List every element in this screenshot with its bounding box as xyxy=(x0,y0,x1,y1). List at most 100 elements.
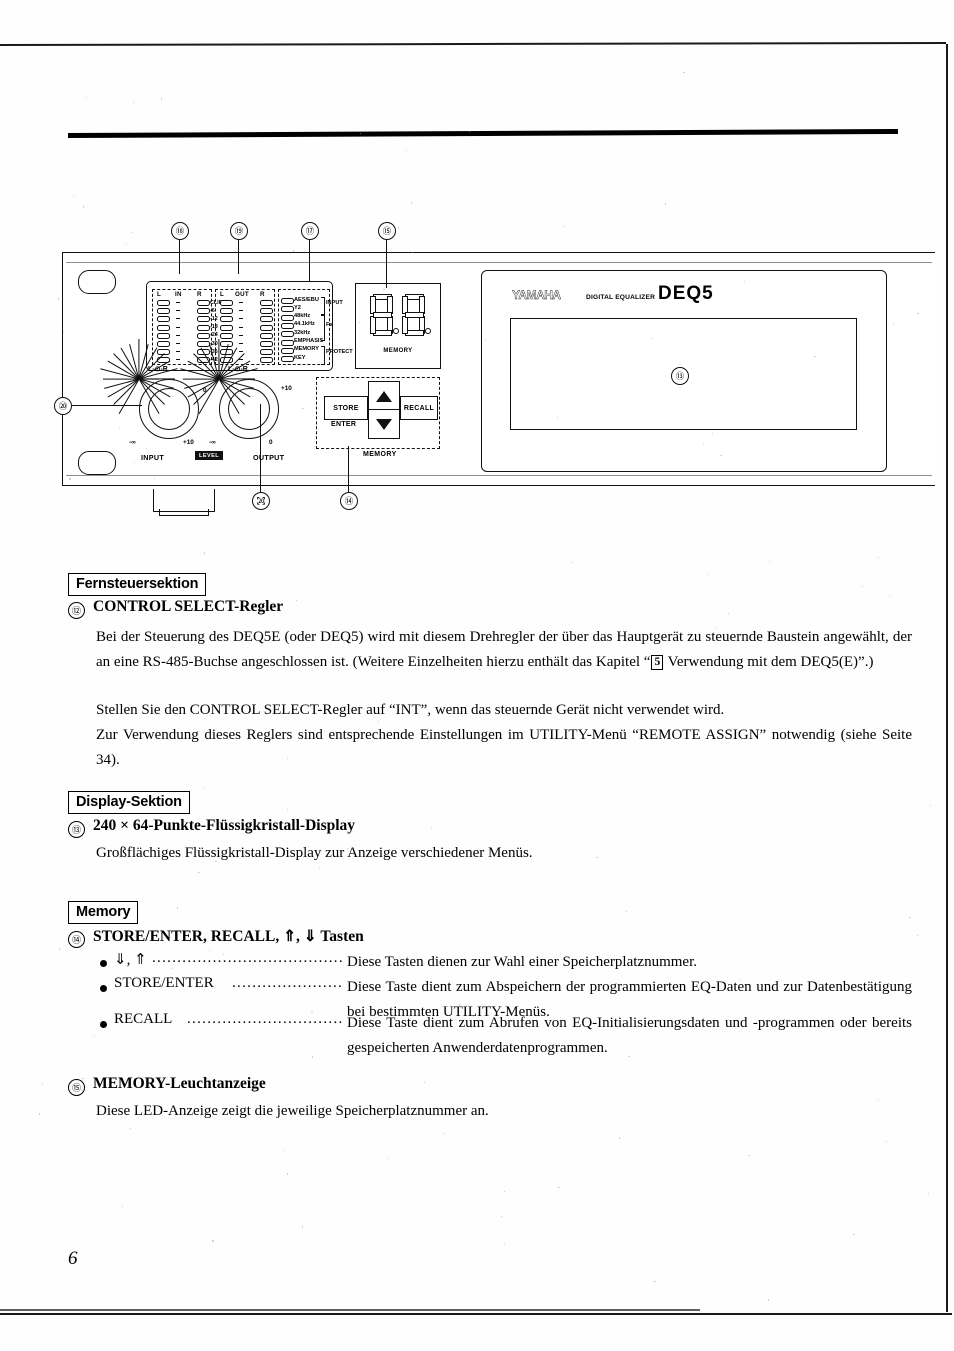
scan-speckle xyxy=(707,573,709,575)
out-meter-label-l: L xyxy=(220,291,225,298)
scan-speckle xyxy=(133,101,135,103)
header-rule xyxy=(67,128,899,138)
scan-speckle xyxy=(626,911,628,912)
scan-speckle xyxy=(484,340,486,342)
brand-subtitle: DIGITAL EQUALIZER xyxy=(586,294,656,301)
scan-speckle xyxy=(264,605,266,607)
indicator-group-label: INPUT xyxy=(326,300,343,306)
scan-speckle xyxy=(411,251,413,253)
scan-speckle xyxy=(886,1140,888,1142)
meter-scale-label: -30 xyxy=(210,340,218,347)
scan-speckle xyxy=(558,1186,561,1188)
rack-slot-top-left xyxy=(78,270,116,294)
out-led-left xyxy=(220,300,233,306)
in-led-separator xyxy=(176,302,180,303)
scan-speckle xyxy=(378,720,380,722)
scan-speckle xyxy=(287,1172,289,1175)
scan-speckle xyxy=(654,1281,657,1283)
scan-speckle xyxy=(406,150,408,152)
output-knob-right-label: +10 xyxy=(281,385,292,392)
page-border-bottom-secondary xyxy=(0,1309,700,1311)
scan-speckle xyxy=(501,1215,503,1217)
seg-g xyxy=(373,312,392,318)
in-led-right xyxy=(197,332,210,339)
memory-up-button[interactable] xyxy=(368,381,400,411)
paragraph-lcd: Großflächiges Flüssigkristall-Display zu… xyxy=(96,845,533,861)
scan-speckle xyxy=(211,1239,214,1242)
callout-20: ㉉ xyxy=(252,492,270,510)
memory-display-label: MEMORY xyxy=(383,348,413,354)
scan-speckle xyxy=(358,322,360,324)
front-panel-figure: ⑱ ⑲ ⑰ ⑮ L IN R L OUT R CLIP -6 -12 -18 -… xyxy=(54,222,942,516)
scan-speckle xyxy=(542,668,544,670)
section-heading-display-sektion: Display-Sektion xyxy=(68,791,190,814)
seg-e xyxy=(370,316,376,334)
scan-speckle xyxy=(861,586,863,588)
out-led-separator xyxy=(239,310,243,312)
status-led xyxy=(281,356,294,363)
bullet-leader-2: ....................... xyxy=(232,975,342,991)
page-border-bottom xyxy=(0,1313,952,1315)
item-title-control-select: CONTROL SELECT-Regler xyxy=(93,598,284,615)
out-led-right xyxy=(260,324,273,331)
recall-button[interactable]: RECALL xyxy=(400,396,438,420)
status-indicator-label: 48kHz xyxy=(294,313,311,320)
status-led xyxy=(281,339,294,346)
scan-speckle xyxy=(738,733,740,735)
memory-digit-1 xyxy=(370,294,399,336)
status-indicator-label: AES/EBU xyxy=(294,296,319,303)
callout-18-leader xyxy=(237,238,239,274)
in-led-left xyxy=(157,300,170,306)
scan-speckle xyxy=(909,916,912,918)
scan-speckle xyxy=(479,668,482,670)
status-indicator-label: Y2 xyxy=(294,304,301,311)
out-led-right xyxy=(260,332,273,339)
panel-top-edge xyxy=(66,262,932,263)
store-button[interactable]: STORE xyxy=(324,396,368,420)
output-knob-min-label: -∞ xyxy=(209,439,216,446)
out-led-separator xyxy=(239,359,243,361)
out-led-separator xyxy=(239,318,243,320)
meter-scale-label: -24 xyxy=(210,332,218,339)
scan-speckle xyxy=(748,1154,751,1156)
scan-speckle xyxy=(72,195,74,197)
meter-scale-label: -18 xyxy=(210,324,218,331)
callout-15-leader xyxy=(385,238,387,288)
scan-speckle xyxy=(198,871,201,873)
scan-speckle xyxy=(627,1055,630,1057)
scan-speckle xyxy=(68,477,71,480)
memory-down-button[interactable] xyxy=(368,409,400,439)
output-knob-name: OUTPUT xyxy=(253,453,285,462)
output-knob-max-label: 0 xyxy=(269,439,273,446)
level-badge: LEVEL xyxy=(195,451,224,460)
scan-speckle xyxy=(284,1150,286,1152)
scan-speckle xyxy=(122,1205,124,1207)
item-title-memory-led: MEMORY-Leuchtanzeige xyxy=(93,1075,266,1092)
document-page: ⑱ ⑲ ⑰ ⑮ L IN R L OUT R CLIP -6 -12 -18 -… xyxy=(0,0,954,1351)
callout-14-leader xyxy=(347,446,349,494)
scan-speckle xyxy=(160,98,162,100)
enter-button-label[interactable]: ENTER xyxy=(331,421,356,428)
in-meter-label-l: L xyxy=(157,291,162,298)
model-name: DEQ5 xyxy=(658,283,714,304)
scan-speckle xyxy=(270,737,272,738)
in-led-left xyxy=(157,332,170,339)
out-led-left xyxy=(220,332,233,339)
scan-speckle xyxy=(916,312,919,314)
scan-speckle xyxy=(929,805,931,807)
scan-speckle xyxy=(293,250,295,253)
scan-speckle xyxy=(468,130,470,132)
scan-speckle xyxy=(146,447,148,449)
scan-speckle xyxy=(664,203,666,206)
paragraph-memory-led: Diese LED-Anzeige zeigt die jeweilige Sp… xyxy=(96,1103,489,1119)
scan-speckle xyxy=(768,1299,770,1302)
out-meter-label-r: R xyxy=(260,291,265,298)
scan-speckle xyxy=(446,1005,448,1007)
scan-speckle xyxy=(38,1112,40,1115)
lcd-screen: ⑬ xyxy=(510,318,857,430)
scan-speckle xyxy=(551,656,553,658)
scan-speckle xyxy=(125,243,127,245)
meter-scale-label: -6 xyxy=(210,307,215,314)
scan-speckle xyxy=(719,454,722,456)
scan-speckle xyxy=(115,754,117,756)
